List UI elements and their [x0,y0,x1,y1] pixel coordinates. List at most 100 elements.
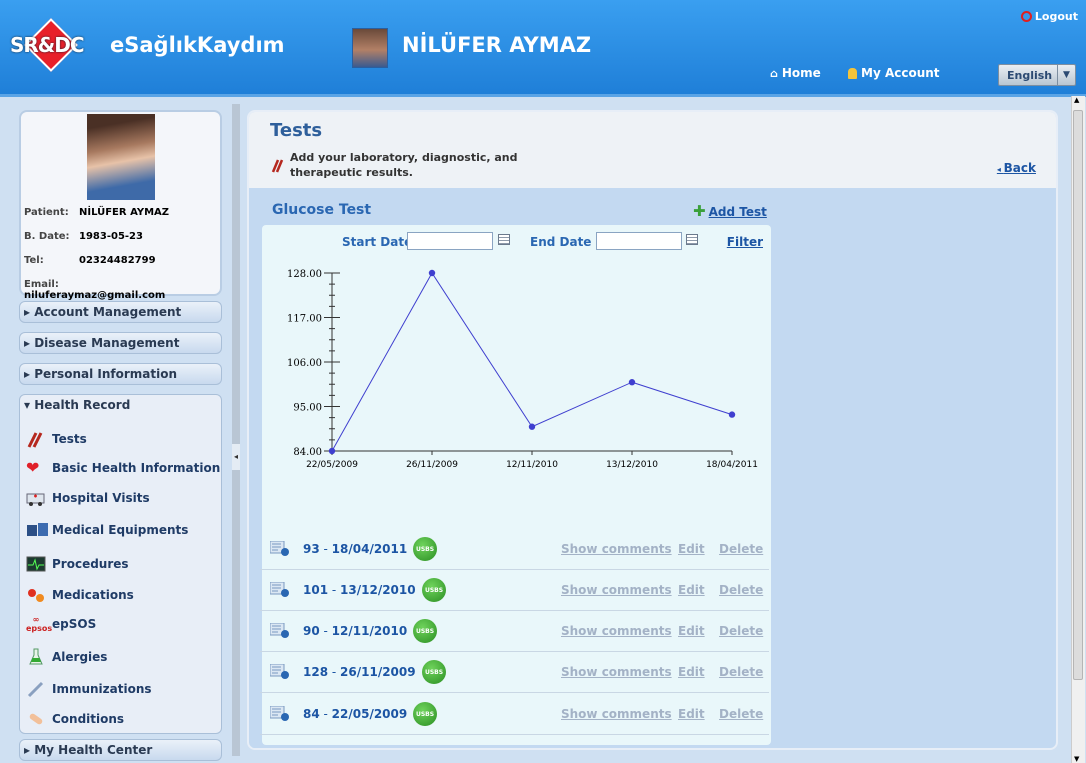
sidebar-disease-management[interactable]: ▸ Disease Management [19,332,222,354]
y-tick-label: 106.00 [287,358,322,369]
logout-label: Logout [1034,10,1078,23]
result-value[interactable]: 90 - 12/11/2010 [303,624,407,638]
show-comments-link[interactable]: Show comments [561,583,672,597]
edit-link[interactable]: Edit [678,665,705,679]
y-tick-label: 117.00 [287,314,322,325]
language-value: English [1007,68,1053,82]
birth-date: 1983-05-23 [79,231,143,242]
language-select[interactable]: English ▼ [998,64,1076,86]
sidebar-item-label: Conditions [52,712,125,726]
test-title: Glucose Test [272,202,372,218]
edit-link[interactable]: Edit [678,542,705,556]
edit-link[interactable]: Edit [678,624,705,638]
report-icon[interactable] [269,622,290,639]
edit-link[interactable]: Edit [678,583,705,597]
show-comments-link[interactable]: Show comments [561,707,672,721]
scrollbar-thumb[interactable] [1073,110,1083,680]
page-header: Tests Add your laboratory, diagnostic, a… [249,112,1056,188]
user-name: NİLÜFER AYMAZ [402,33,592,57]
nav-my-account[interactable]: My Account [848,66,940,80]
report-icon[interactable] [269,705,290,722]
section-label: Account Management [34,305,182,319]
ambulance-icon [26,489,46,507]
sidebar-personal-information[interactable]: ▸ Personal Information [19,363,222,385]
section-label: Personal Information [34,367,178,381]
section-label: Health Record [34,398,131,412]
y-tick-label: 128.00 [287,269,322,280]
result-value[interactable]: 128 - 26/11/2009 [303,665,416,679]
user-icon [848,67,857,79]
plus-icon: ✚ [693,202,706,220]
delete-link[interactable]: Delete [719,624,763,638]
delete-link[interactable]: Delete [719,707,763,721]
nav-home[interactable]: ⌂ Home [770,66,821,80]
show-comments-link[interactable]: Show comments [561,665,672,679]
panel-splitter[interactable]: ◂ [232,104,240,756]
logo-text: SR&DC [10,33,85,57]
x-tick-label: 22/05/2009 [306,460,358,470]
result-row: 128 - 26/11/2009 USBS Show comments Edit Del… [260,652,769,693]
sidebar-my-health-center[interactable]: ▸ My Health Center [19,739,222,761]
back-link[interactable]: ◂ Back [997,161,1036,175]
home-icon: ⌂ [770,66,778,80]
sidebar-item-procedures[interactable]: Procedures [26,555,129,573]
report-icon[interactable] [269,540,290,557]
report-icon[interactable] [269,581,290,598]
site-title: eSağlıkKaydım [110,33,285,57]
patient-profile: Patient: NİLÜFER AYMAZ B. Date: 1983-05-23… [19,110,222,301]
back-arrow-icon: ◂ [996,165,1004,174]
sidebar-item-medications[interactable]: Medications [26,586,134,604]
scroll-up-icon[interactable]: ▲ [1074,96,1079,104]
result-value[interactable]: 84 - 22/05/2009 [303,707,407,721]
show-comments-link[interactable]: Show comments [561,624,672,638]
usbs-badge: USBS [422,578,446,602]
data-point [728,411,736,418]
add-test-link[interactable]: ✚ Add Test [693,202,767,220]
page-description-line: therapeutic results. [290,166,413,179]
sidebar-health-record[interactable]: ▾ Health Record [19,394,222,416]
sidebar-item-immunizations[interactable]: Immunizations [26,680,152,698]
result-date: 12/11/2010 [331,624,408,638]
sidebar-item-medical-equipments[interactable]: Medical Equipments [26,521,188,539]
data-point [328,447,336,455]
patient-photo [87,114,155,200]
collapse-arrow-icon[interactable]: ◂ [232,444,240,470]
sidebar-item-basic-health[interactable]: ❤ Basic Health Information [26,459,220,477]
delete-link[interactable]: Delete [719,583,763,597]
back-label: Back [1003,161,1036,175]
usbs-badge: USBS [413,702,437,726]
sidebar-item-hospital-visits[interactable]: Hospital Visits [26,489,150,507]
result-date: 18/04/2011 [331,542,408,556]
result-value[interactable]: 101 - 13/12/2010 [303,583,416,597]
epsos-icon: ∞ epsos [26,615,53,633]
monitor-icon [26,555,46,573]
sidebar-item-epsos[interactable]: ∞ epsos epSOS [26,615,96,633]
report-icon[interactable] [269,663,290,680]
app-header: SR&DC eSağlıkKaydım NİLÜFER AYMAZ Logout… [0,0,1086,97]
scroll-down-icon[interactable]: ▼ [1074,755,1079,763]
heart-icon: ❤ [26,458,40,477]
page-description: Add your laboratory, diagnostic, and the… [290,150,518,180]
delete-link[interactable]: Delete [719,665,763,679]
result-number: 101 [303,583,329,597]
patient-name: NİLÜFER AYMAZ [79,207,170,218]
sidebar-item-label: Tests [52,432,87,446]
edit-link[interactable]: Edit [678,707,705,721]
result-number: 93 [303,542,320,556]
sidebar-item-conditions[interactable]: Conditions [26,710,124,728]
result-date: 26/11/2009 [340,665,416,679]
result-row: 93 - 18/04/2011 USBS Show comments Edit Dele… [260,529,769,570]
bdate-label: B. Date: [24,231,70,242]
x-tick-label: 26/11/2009 [406,460,458,470]
result-number: 128 [303,665,329,679]
show-comments-link[interactable]: Show comments [561,542,672,556]
sidebar-item-allergies[interactable]: Alergies [26,648,107,666]
logout-link[interactable]: Logout [1020,10,1078,23]
scrollbar[interactable]: ▲ ▼ [1071,96,1085,763]
sidebar-item-tests[interactable]: Tests [26,430,87,448]
sidebar-account-management[interactable]: ▸ Account Management [19,301,222,323]
result-value[interactable]: 93 - 18/04/2011 [303,542,407,556]
y-tick-label: 84.00 [293,447,322,458]
delete-link[interactable]: Delete [719,542,763,556]
sidebar-item-label: Immunizations [52,682,152,696]
